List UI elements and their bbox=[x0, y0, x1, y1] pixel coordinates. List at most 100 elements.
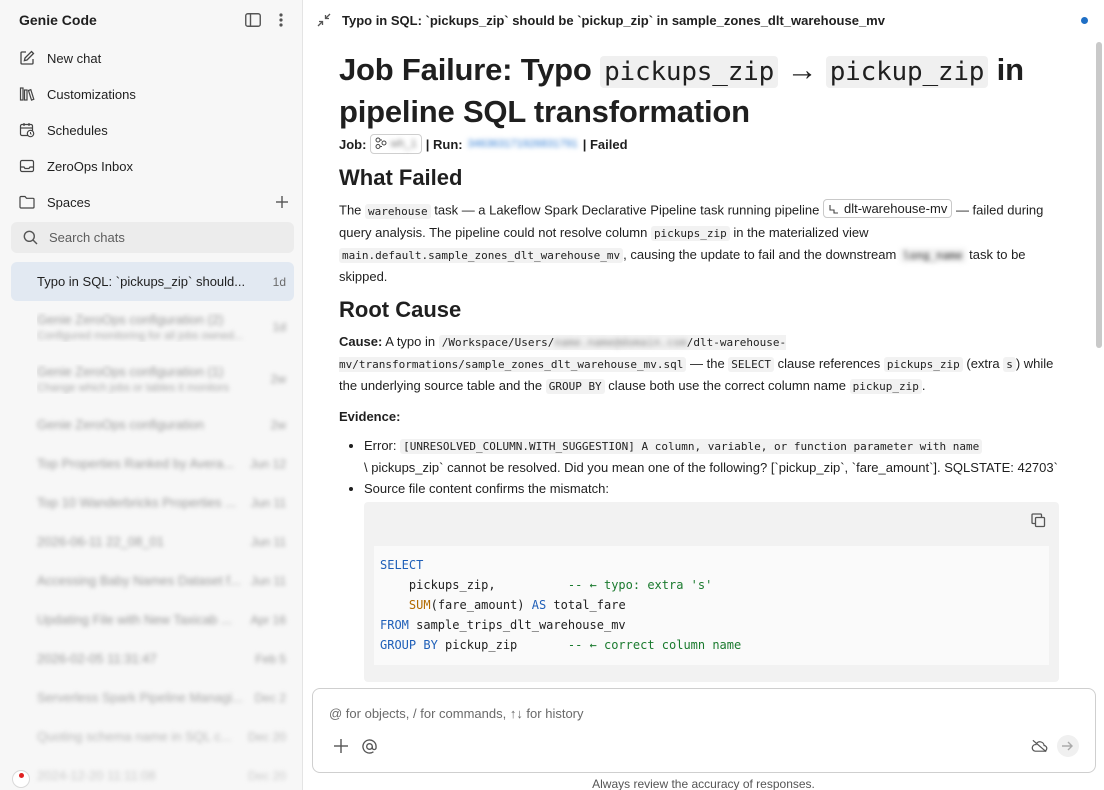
library-icon bbox=[18, 85, 36, 103]
sidebar: Genie Code New chat Customizations Sched… bbox=[0, 0, 303, 790]
page-title: Job Failure: Typo pickups_zip → pickup_z… bbox=[339, 52, 1024, 129]
message-scroll-area[interactable]: Job Failure: Typo pickups_zip → pickup_z… bbox=[303, 40, 1104, 685]
mention-icon[interactable] bbox=[359, 736, 379, 756]
chat-title: Top 10 Wanderbricks Properties ... bbox=[37, 495, 236, 510]
chat-age: 1d bbox=[272, 320, 286, 334]
chat-title: Accessing Baby Names Dataset f... bbox=[37, 573, 241, 588]
nav-new-chat[interactable]: New chat bbox=[0, 40, 302, 76]
chat-age: Jun 11 bbox=[250, 573, 286, 588]
scrollbar[interactable] bbox=[1096, 42, 1102, 348]
chat-title: Top Properties Ranked by Avera... bbox=[37, 456, 235, 471]
section-what-failed: What Failed bbox=[339, 165, 463, 190]
disclaimer: Always review the accuracy of responses. bbox=[592, 777, 815, 790]
code-line: SELECT bbox=[380, 557, 424, 572]
chat-title: Updating File with New Taxicab ... bbox=[37, 612, 232, 627]
sidebar-nav: New chat Customizations Schedules ZeroOp… bbox=[0, 40, 302, 220]
chat-item-active[interactable]: Typo in SQL: `pickups_zip` should... 1d bbox=[11, 262, 294, 301]
chat-title: Quoting schema name in SQL c... bbox=[37, 729, 232, 744]
nav-zeroops-inbox[interactable]: ZeroOps Inbox bbox=[0, 148, 302, 184]
root-cause-paragraph: Cause: A typo in /Workspace/Users/name.n… bbox=[339, 333, 1054, 394]
conversation-header: Typo in SQL: `pickups_zip` should be `pi… bbox=[303, 0, 1104, 40]
chat-composer bbox=[312, 688, 1096, 773]
chat-item[interactable]: Genie ZeroOps configuration (1) Change w… bbox=[11, 353, 294, 405]
collapse-icon[interactable] bbox=[315, 11, 333, 29]
chat-item[interactable]: Accessing Baby Names Dataset f... Jun 11 bbox=[11, 561, 294, 600]
chat-item[interactable]: Updating File with New Taxicab ... Apr 1… bbox=[11, 600, 294, 639]
nav-customizations[interactable]: Customizations bbox=[0, 76, 302, 112]
nav-label: Spaces bbox=[47, 194, 91, 210]
pipeline-chip[interactable]: dlt-warehouse-mv bbox=[823, 199, 953, 218]
chat-item[interactable]: Top 10 Wanderbricks Properties ... Jun 1… bbox=[11, 483, 294, 522]
chat-input[interactable] bbox=[329, 706, 979, 721]
chat-age: Dec 20 bbox=[247, 768, 286, 783]
chat-title: Genie ZeroOps configuration bbox=[37, 417, 204, 432]
copy-icon[interactable] bbox=[1029, 512, 1047, 530]
chat-subtitle: Configured monitoring for all jobs owned… bbox=[37, 330, 244, 342]
more-options-icon[interactable] bbox=[270, 9, 292, 31]
chat-title: Genie ZeroOps configuration (1) bbox=[37, 364, 224, 379]
search-chats[interactable] bbox=[11, 222, 294, 253]
chat-item[interactable]: Genie ZeroOps configuration (2) Configur… bbox=[11, 301, 294, 353]
nav-label: New chat bbox=[47, 50, 102, 66]
inbox-icon bbox=[18, 157, 36, 175]
pipeline-icon bbox=[829, 204, 838, 214]
nav-spaces[interactable]: Spaces bbox=[0, 184, 302, 220]
chat-item[interactable]: 2026-06-11 22_08_01 Jun 11 bbox=[11, 522, 294, 561]
run-link[interactable]: 346363171926831791 bbox=[468, 138, 578, 150]
chat-age: Jun 11 bbox=[250, 495, 286, 510]
nav-label: Customizations bbox=[47, 86, 136, 102]
app-root: Genie Code New chat Customizations Sched… bbox=[0, 0, 1104, 790]
chat-item[interactable]: 2024-12-20 11:11:08 Dec 20 bbox=[11, 756, 294, 790]
assistant-message: Job Failure: Typo pickups_zip → pickup_z… bbox=[303, 40, 1093, 682]
chat-item[interactable]: Serverless Spark Pipeline Managi... Dec … bbox=[11, 678, 294, 717]
evidence-label: Evidence: bbox=[339, 408, 401, 424]
chat-age: Dec 2 bbox=[254, 690, 286, 705]
conversation-title: Typo in SQL: `pickups_zip` should be `pi… bbox=[342, 12, 885, 28]
list-item: Source file content confirms the mismatc… bbox=[364, 478, 1059, 682]
add-icon[interactable] bbox=[331, 736, 351, 756]
main-panel: Typo in SQL: `pickups_zip` should be `pi… bbox=[303, 0, 1104, 790]
add-space-icon[interactable] bbox=[272, 192, 292, 212]
chat-item[interactable]: Top Properties Ranked by Avera... Jun 12 bbox=[11, 444, 294, 483]
list-item: Error: [UNRESOLVED_COLUMN.WITH_SUGGESTIO… bbox=[364, 435, 1059, 478]
chat-age: 2w bbox=[270, 372, 286, 386]
chat-title: 2026-02-05 11:31:47 bbox=[37, 651, 157, 666]
chat-title: Serverless Spark Pipeline Managi... bbox=[37, 690, 243, 705]
code-line: GROUP BY pickup_zip -- ← correct column … bbox=[380, 637, 742, 652]
chat-item[interactable]: Genie ZeroOps configuration 2w bbox=[11, 405, 294, 444]
chat-age: 2w bbox=[270, 417, 286, 432]
code-block: SELECT pickups_zip, -- ← typo: extra 's'… bbox=[364, 501, 1059, 682]
sql-code: SELECT pickups_zip, -- ← typo: extra 's'… bbox=[374, 545, 1049, 665]
edit-icon bbox=[18, 49, 36, 67]
chat-item[interactable]: Quoting schema name in SQL c... Dec 20 bbox=[11, 717, 294, 756]
send-button[interactable] bbox=[1057, 735, 1079, 757]
app-title: Genie Code bbox=[19, 12, 97, 28]
code-line: pickups_zip, -- ← typo: extra 's' bbox=[380, 577, 713, 592]
search-icon bbox=[21, 229, 39, 247]
job-chip[interactable]: wh_1 bbox=[370, 134, 422, 154]
nav-schedules[interactable]: Schedules bbox=[0, 112, 302, 148]
toggle-sidebar-icon[interactable] bbox=[242, 9, 264, 31]
chat-title: Genie ZeroOps configuration (2) bbox=[37, 312, 224, 327]
workflow-icon bbox=[375, 137, 387, 152]
chat-title: Typo in SQL: `pickups_zip` should... bbox=[37, 274, 246, 289]
evidence-list: Error: [UNRESOLVED_COLUMN.WITH_SUGGESTIO… bbox=[364, 435, 1059, 682]
avatar[interactable] bbox=[12, 770, 30, 788]
what-failed-paragraph: The warehouse task — a Lakeflow Spark De… bbox=[339, 199, 1044, 284]
job-run-line: Job: wh_1 | Run: 346363171926831791 | Fa… bbox=[339, 133, 1059, 155]
chat-title: 2024-12-20 11:11:08 bbox=[37, 768, 156, 783]
chat-title: 2026-06-11 22_08_01 bbox=[37, 534, 164, 549]
nav-label: ZeroOps Inbox bbox=[47, 158, 133, 174]
section-root-cause: Root Cause bbox=[339, 296, 462, 322]
cloud-off-icon[interactable] bbox=[1029, 736, 1049, 756]
search-input[interactable] bbox=[49, 230, 249, 245]
chat-age: Jun 11 bbox=[250, 534, 286, 549]
nav-label: Schedules bbox=[47, 122, 108, 138]
chat-item[interactable]: 2026-02-05 11:31:47 Feb 5 bbox=[11, 639, 294, 678]
chat-subtitle: Change which jobs or tables it monitors bbox=[37, 382, 229, 394]
code-line: FROM sample_trips_dlt_warehouse_mv bbox=[380, 617, 626, 632]
code-line: SUM(fare_amount) AS total_fare bbox=[408, 597, 626, 612]
chat-age: Dec 20 bbox=[247, 729, 286, 744]
status-indicator bbox=[1081, 16, 1088, 24]
arrow-right-icon bbox=[1062, 741, 1073, 751]
